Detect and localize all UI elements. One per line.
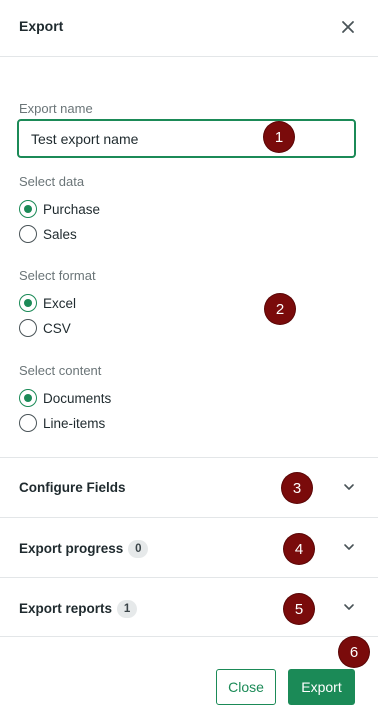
- section-title: Configure Fields: [19, 480, 126, 495]
- section-export-reports[interactable]: Export reports 1: [0, 577, 378, 637]
- chevron-down-icon[interactable]: [342, 600, 356, 614]
- radio-checked-icon: [19, 294, 37, 312]
- export-button[interactable]: Export: [288, 669, 355, 705]
- radio-label: Purchase: [43, 201, 101, 217]
- close-icon[interactable]: [336, 15, 360, 39]
- section-title: Export progress 0: [19, 540, 149, 558]
- annotation-marker-2: 2: [265, 294, 295, 324]
- section-configure-fields[interactable]: Configure Fields: [0, 457, 378, 517]
- select-content-label: Select content: [19, 363, 102, 378]
- radio-unchecked-icon: [19, 225, 37, 243]
- chevron-down-icon[interactable]: [342, 540, 356, 554]
- section-export-progress[interactable]: Export progress 0: [0, 517, 378, 577]
- radio-label: Sales: [43, 226, 77, 242]
- radio-line-items[interactable]: Line-items: [19, 413, 105, 433]
- panel-header: Export: [0, 0, 378, 57]
- radio-label: Excel: [43, 295, 77, 311]
- export-name-input[interactable]: [17, 119, 356, 158]
- select-format-label: Select format: [19, 268, 96, 283]
- radio-checked-icon: [19, 389, 37, 407]
- select-data-label: Select data: [19, 174, 85, 189]
- annotation-marker-6: 6: [339, 637, 369, 667]
- panel-title: Export: [19, 18, 64, 34]
- radio-checked-icon: [19, 200, 37, 218]
- chevron-down-icon[interactable]: [342, 480, 356, 494]
- close-button[interactable]: Close: [216, 669, 276, 705]
- radio-csv[interactable]: CSV: [19, 318, 71, 338]
- radio-documents[interactable]: Documents: [19, 388, 111, 408]
- section-title: Export reports 1: [19, 600, 138, 618]
- annotation-marker-1: 1: [264, 122, 294, 152]
- radio-label: CSV: [43, 320, 71, 336]
- radio-purchase[interactable]: Purchase: [19, 199, 100, 219]
- count-badge: 0: [128, 540, 149, 558]
- annotation-marker-3: 3: [282, 473, 312, 503]
- radio-excel[interactable]: Excel: [19, 293, 76, 313]
- radio-label: Documents: [43, 390, 112, 406]
- panel-footer: Close Export: [0, 636, 378, 721]
- annotation-marker-5: 5: [284, 594, 314, 624]
- radio-unchecked-icon: [19, 414, 37, 432]
- count-badge: 1: [117, 600, 138, 618]
- export-name-label: Export name: [19, 101, 93, 116]
- radio-label: Line-items: [43, 415, 106, 431]
- radio-unchecked-icon: [19, 319, 37, 337]
- radio-sales[interactable]: Sales: [19, 224, 77, 244]
- annotation-marker-4: 4: [284, 534, 314, 564]
